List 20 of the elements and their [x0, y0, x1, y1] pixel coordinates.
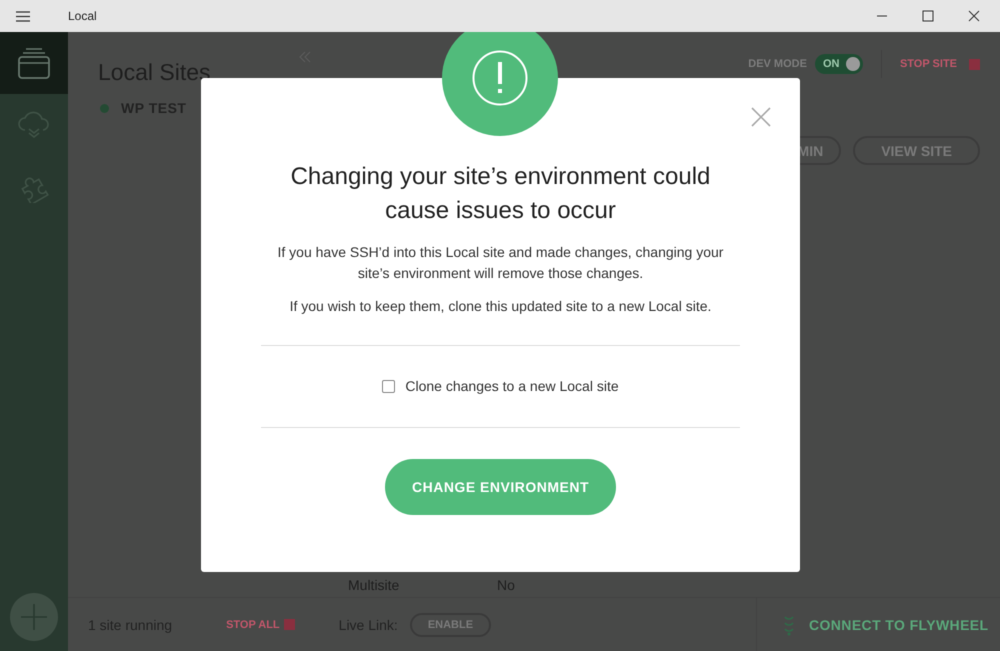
stop-site-button[interactable]: STOP SITE	[900, 58, 957, 70]
window-title: Local	[68, 9, 97, 23]
cloud-icon	[17, 110, 51, 140]
close-icon[interactable]	[968, 10, 980, 22]
sidebar-item[interactable]	[0, 32, 68, 94]
browser-window-icon	[17, 46, 51, 80]
change-environment-button[interactable]: CHANGE ENVIRONMENT	[385, 459, 616, 515]
checkbox[interactable]	[382, 380, 396, 392]
menu-icon[interactable]	[16, 10, 30, 22]
connect-link[interactable]: CONNECT TO FLYWHEEL	[809, 616, 988, 632]
dialog-title: Changing your site’s environment could cause issues to occur	[290, 162, 712, 226]
maximize-icon[interactable]	[922, 10, 934, 22]
checkbox-label: Clone changes to a new Local site	[405, 378, 619, 394]
dialog-text: If you wish to keep them, clone this updated site to a new Local site.	[288, 297, 712, 316]
stop-icon	[969, 58, 980, 70]
dev-mode-toggle[interactable]: ON	[814, 54, 863, 74]
dialog-text: If you have SSH’d into this Local site and made changes, changing your site’s environment will remove those changes.	[276, 243, 724, 283]
stop-all-button[interactable]: STOP ALL	[226, 618, 280, 630]
stop-icon	[284, 619, 295, 630]
signal-icon	[783, 614, 795, 636]
